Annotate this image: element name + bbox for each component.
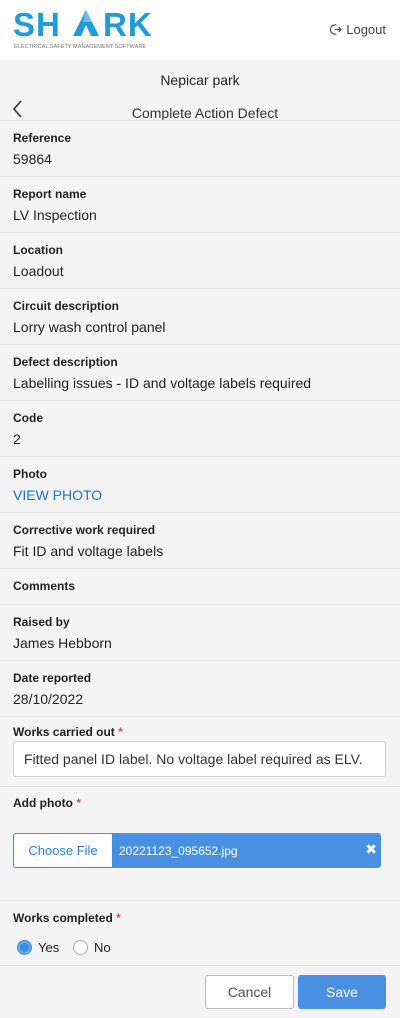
field-circuit-description: Circuit description Lorry wash control p…	[0, 288, 400, 344]
field-location: Location Loadout	[0, 232, 400, 288]
radio-yes[interactable]: Yes	[17, 940, 59, 955]
field-label: Works carried out *	[13, 725, 123, 739]
radio-unselected-icon	[73, 940, 88, 955]
site-name: Nepicar park	[160, 72, 240, 88]
app-header: SH RK ELECTRICAL SAFETY MANAGEMENT SOFTW…	[0, 0, 400, 60]
field-value: 28/10/2022	[13, 691, 84, 707]
field-label: Photo	[13, 467, 47, 481]
save-button[interactable]: Save	[298, 975, 386, 1009]
field-value: Labelling issues - ID and voltage labels…	[13, 375, 312, 391]
required-marker: *	[118, 725, 123, 739]
works-completed-label: Works completed	[13, 911, 113, 925]
selected-file-name: 20221123_095652.jpg	[119, 843, 238, 858]
radio-selected-icon	[17, 940, 32, 955]
field-value: Loadout	[13, 263, 64, 279]
field-reference: Reference 59864	[0, 120, 400, 176]
field-value: 2	[13, 431, 21, 447]
field-report-name: Report name LV Inspection	[0, 176, 400, 232]
field-label: Corrective work required	[13, 523, 156, 537]
field-label: Raised by	[13, 615, 70, 629]
view-photo-link[interactable]: VIEW PHOTO	[13, 487, 102, 503]
field-value: LV Inspection	[13, 207, 97, 223]
field-label: Circuit description	[13, 299, 120, 313]
title-bar: Nepicar park Complete Action Defect	[0, 60, 400, 126]
logout-button[interactable]: Logout	[329, 22, 386, 37]
field-label: Date reported	[13, 671, 92, 685]
field-label: Add photo *	[13, 796, 81, 810]
radio-no[interactable]: No	[73, 940, 111, 955]
field-date-reported: Date reported 28/10/2022	[0, 660, 400, 716]
field-label: Code	[13, 411, 43, 425]
svg-text:RK: RK	[103, 6, 153, 43]
field-photo: Photo VIEW PHOTO	[0, 456, 400, 512]
logo-tagline: ELECTRICAL SAFETY MANAGEMENT SOFTWARE	[14, 44, 146, 50]
svg-text:SH: SH	[13, 6, 61, 43]
field-works-completed: Works completed *	[0, 900, 400, 965]
add-photo-label: Add photo	[13, 796, 73, 810]
field-label: Reference	[13, 131, 72, 145]
choose-file-button[interactable]: Choose File	[13, 833, 113, 868]
field-value: Lorry wash control panel	[13, 319, 166, 335]
works-carried-out-input[interactable]: Fitted panel ID label. No voltage label …	[13, 741, 386, 777]
logout-icon	[330, 24, 343, 35]
required-marker: *	[116, 911, 121, 925]
clear-file-icon[interactable]: ✖	[365, 841, 377, 858]
field-corrective-work: Corrective work required Fit ID and volt…	[0, 512, 400, 568]
radio-label: No	[94, 940, 111, 955]
field-value: 59864	[13, 151, 52, 167]
form-footer: Cancel Save	[0, 965, 400, 1018]
field-code: Code 2	[0, 400, 400, 456]
field-label: Defect description	[13, 355, 118, 369]
field-label: Report name	[13, 187, 87, 201]
field-label: Works completed *	[13, 911, 121, 925]
shark-logo: SH RK ELECTRICAL SAFETY MANAGEMENT SOFTW…	[13, 6, 153, 50]
works-carried-out-label: Works carried out	[13, 725, 115, 739]
radio-label: Yes	[38, 940, 60, 955]
cancel-button[interactable]: Cancel	[205, 975, 294, 1009]
field-value: James Hebborn	[13, 635, 112, 651]
field-value: Fit ID and voltage labels	[13, 543, 164, 559]
selected-file: 20221123_095652.jpg ✖	[113, 833, 381, 868]
file-picker: Choose File 20221123_095652.jpg ✖	[13, 833, 381, 868]
field-comments: Comments	[0, 568, 400, 604]
field-label: Location	[13, 243, 63, 257]
field-label: Comments	[13, 579, 76, 593]
page-title: Complete Action Defect	[131, 105, 279, 121]
required-marker: *	[76, 796, 81, 810]
logout-label: Logout	[346, 22, 386, 37]
field-raised-by: Raised by James Hebborn	[0, 604, 400, 660]
field-defect-description: Defect description Labelling issues - ID…	[0, 344, 400, 400]
